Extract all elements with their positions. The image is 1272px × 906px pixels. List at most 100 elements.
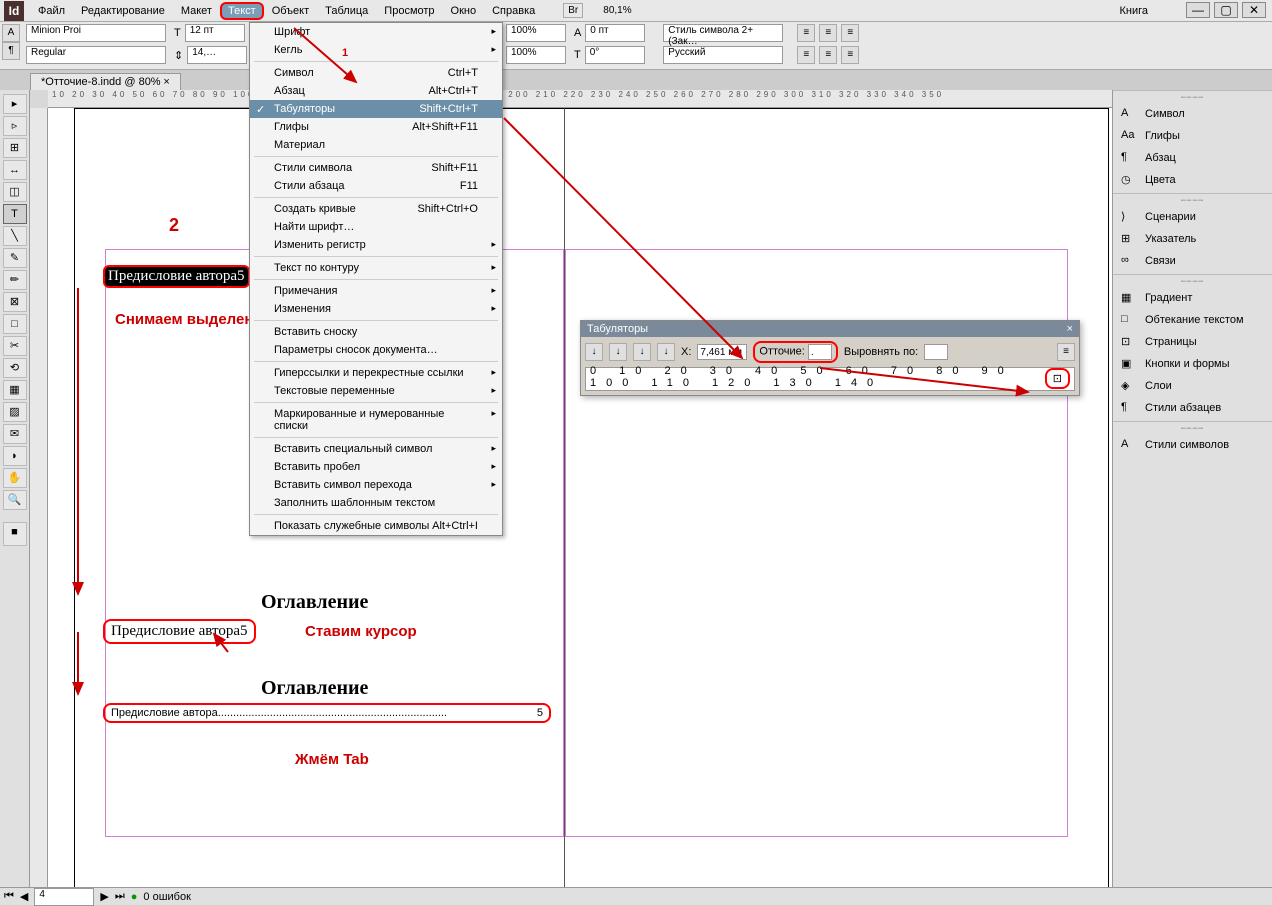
menu-item[interactable]: Гиперссылки и перекрестные ссылки — [250, 364, 502, 382]
menu-item[interactable]: Текст по контуру — [250, 259, 502, 277]
content-tool[interactable]: ◫ — [3, 182, 27, 202]
panel-item[interactable]: ▦Градиент — [1113, 287, 1272, 309]
menu-item[interactable]: Примечания — [250, 282, 502, 300]
document-canvas[interactable]: 10 20 30 40 50 60 70 80 90 100 110 120 1… — [30, 90, 1112, 900]
zoom-select[interactable]: 80,1% — [603, 5, 631, 16]
menu-item[interactable]: Стили символаShift+F11 — [250, 159, 502, 177]
pencil-tool[interactable]: ✏ — [3, 270, 27, 290]
selected-text[interactable]: Предисловие автора5 — [103, 265, 250, 288]
menu-item[interactable]: Материал — [250, 136, 502, 154]
zoom-tool[interactable]: 🔍 — [3, 490, 27, 510]
menu-item[interactable]: Стили абзацаF11 — [250, 177, 502, 195]
page-nav-next-icon[interactable]: ▶ — [100, 890, 108, 903]
align-j3-icon[interactable]: ≡ — [841, 46, 859, 64]
menu-item[interactable]: ГлифыAlt+Shift+F11 — [250, 118, 502, 136]
panel-item[interactable]: ¶Стили абзацев — [1113, 397, 1272, 419]
size-select[interactable]: 12 пт — [185, 24, 245, 42]
page-nav-prev-icon[interactable]: ◀ — [20, 890, 28, 903]
close-button[interactable]: ✕ — [1242, 2, 1266, 18]
direct-select-tool[interactable]: ▹ — [3, 116, 27, 136]
charstyle-select[interactable]: Стиль символа 2+ (Зак… — [663, 24, 783, 42]
align-center-icon[interactable]: ≡ — [819, 24, 837, 42]
para-mode-icon[interactable]: ¶ — [2, 42, 20, 60]
menu-item[interactable]: Параметры сносок документа… — [250, 341, 502, 359]
panel-item[interactable]: ⊞Указатель — [1113, 228, 1272, 250]
gradient-feather-tool[interactable]: ▨ — [3, 402, 27, 422]
align-justify-icon[interactable]: ≡ — [797, 46, 815, 64]
tabs-panel[interactable]: Табуляторы× ↓ ↓ ↓ ↓ X: Отточие: Выровнят… — [580, 320, 1080, 396]
minimize-button[interactable]: — — [1186, 2, 1210, 18]
menu-item[interactable]: Текстовые переменные — [250, 382, 502, 400]
transform-tool[interactable]: ⟲ — [3, 358, 27, 378]
scale-h[interactable]: 100% — [506, 24, 566, 42]
note-tool[interactable]: ✉ — [3, 424, 27, 444]
rect-tool[interactable]: □ — [3, 314, 27, 334]
menu-item[interactable]: АбзацAlt+Ctrl+T — [250, 82, 502, 100]
tabs-panel-menu-icon[interactable]: ≡ — [1057, 343, 1075, 361]
align-right-icon[interactable]: ≡ — [841, 24, 859, 42]
menu-layout[interactable]: Макет — [173, 2, 220, 20]
tab-align-input[interactable] — [924, 344, 948, 360]
panel-item[interactable]: ⟩Сценарии — [1113, 206, 1272, 228]
doc-tab[interactable]: *Отточие-8.indd @ 80% × — [30, 73, 181, 90]
panel-item[interactable]: AСтили символов — [1113, 434, 1272, 456]
tab-close-icon[interactable]: × — [163, 76, 169, 88]
tabs-ruler[interactable]: ⊡ 0 10 20 30 40 50 60 70 80 90 100 110 1… — [585, 367, 1075, 391]
tab-decimal-icon[interactable]: ↓ — [657, 343, 675, 361]
gap-tool[interactable]: ↔ — [3, 160, 27, 180]
menu-help[interactable]: Справка — [484, 2, 543, 20]
hand-tool[interactable]: ✋ — [3, 468, 27, 488]
menu-object[interactable]: Объект — [264, 2, 317, 20]
page-number[interactable]: 4 — [34, 888, 94, 906]
menu-item[interactable]: Изменить регистр — [250, 236, 502, 254]
panel-item[interactable]: AСимвол — [1113, 103, 1272, 125]
pen-tool[interactable]: ✎ — [3, 248, 27, 268]
menu-item[interactable]: Вставить пробел — [250, 458, 502, 476]
tabs-panel-close-icon[interactable]: × — [1067, 323, 1073, 335]
lang-select[interactable]: Русский — [663, 46, 783, 64]
menu-item[interactable]: ТабуляторыShift+Ctrl+T — [250, 100, 502, 118]
maximize-button[interactable]: ▢ — [1214, 2, 1238, 18]
menu-item[interactable]: Вставить символ перехода — [250, 476, 502, 494]
scale-v[interactable]: 100% — [506, 46, 566, 64]
menu-type[interactable]: Текст — [220, 2, 264, 20]
error-count[interactable]: 0 ошибок — [143, 891, 191, 903]
panel-item[interactable]: ∞Связи — [1113, 250, 1272, 272]
menu-item[interactable]: СимволCtrl+T — [250, 64, 502, 82]
tab-center-icon[interactable]: ↓ — [609, 343, 627, 361]
book-dropdown[interactable]: Книга — [1119, 5, 1148, 17]
menu-item[interactable]: Вставить сноску — [250, 323, 502, 341]
menu-edit[interactable]: Редактирование — [73, 2, 173, 20]
menu-file[interactable]: Файл — [30, 2, 73, 20]
menu-item[interactable]: Создать кривыеShift+Ctrl+O — [250, 200, 502, 218]
menu-window[interactable]: Окно — [443, 2, 485, 20]
panel-item[interactable]: ◷Цвета — [1113, 169, 1272, 191]
menu-table[interactable]: Таблица — [317, 2, 376, 20]
panel-item[interactable]: ¶Абзац — [1113, 147, 1272, 169]
skew[interactable]: 0° — [585, 46, 645, 64]
menu-item[interactable]: Маркированные и нумерованные списки — [250, 405, 502, 435]
tab-leader-input[interactable] — [808, 344, 832, 360]
menu-view[interactable]: Просмотр — [376, 2, 442, 20]
frame-tool[interactable]: ⊠ — [3, 292, 27, 312]
tab-left-icon[interactable]: ↓ — [585, 343, 603, 361]
page-nav-first-icon[interactable]: ⏮ — [4, 890, 14, 903]
align-left-icon[interactable]: ≡ — [797, 24, 815, 42]
menu-item[interactable]: Вставить специальный символ — [250, 440, 502, 458]
type-tool[interactable]: T — [3, 204, 27, 224]
bridge-icon[interactable]: Br — [563, 3, 583, 18]
menu-item[interactable]: Кегль — [250, 41, 502, 59]
menu-item[interactable]: Изменения — [250, 300, 502, 318]
leading-select[interactable]: 14,… — [187, 46, 247, 64]
menu-item[interactable]: Найти шрифт… — [250, 218, 502, 236]
panel-item[interactable]: ◈Слои — [1113, 375, 1272, 397]
menu-item[interactable]: Заполнить шаблонным текстом — [250, 494, 502, 512]
eyedropper-tool[interactable]: ◗ — [3, 446, 27, 466]
menu-item[interactable]: Шрифт — [250, 23, 502, 41]
menu-item[interactable]: Показать служебные символыAlt+Ctrl+I — [250, 517, 502, 535]
fill-swatch[interactable]: ■ — [3, 522, 27, 546]
gradient-tool[interactable]: ▦ — [3, 380, 27, 400]
panel-item[interactable]: □Обтекание текстом — [1113, 309, 1272, 331]
page-tool[interactable]: ⊞ — [3, 138, 27, 158]
page-nav-last-icon[interactable]: ⏭ — [115, 890, 125, 903]
